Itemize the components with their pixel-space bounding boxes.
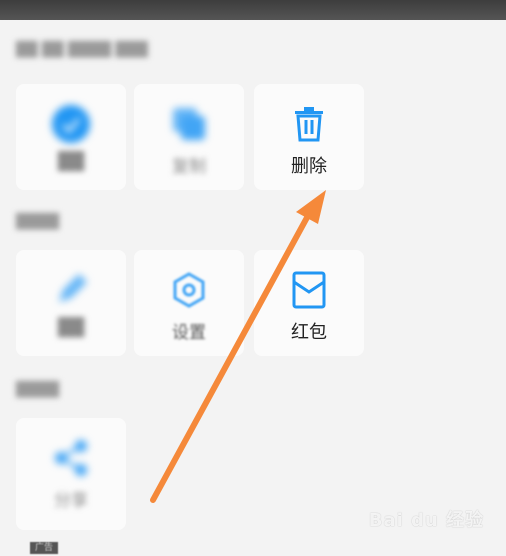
tile-edit-label: ██ — [57, 318, 85, 338]
circle-icon — [51, 104, 91, 144]
tile-red-packet-label: 红包 — [291, 322, 327, 343]
tile-share[interactable]: 分享 — [16, 418, 126, 530]
section-title-2: ████ — [16, 214, 60, 230]
hexagon-settings-icon — [169, 270, 209, 310]
tile-settings[interactable]: 设置 — [134, 250, 244, 356]
copy-icon — [169, 104, 209, 144]
tile-copy-label: 复制 — [172, 157, 206, 177]
tile-red-packet[interactable]: 红包 — [254, 250, 364, 356]
pencil-icon — [51, 270, 91, 310]
section-title-1: ██ ██ ████ ███ — [16, 42, 148, 58]
tile-delete[interactable]: 删除 — [254, 84, 364, 190]
trash-icon — [289, 104, 329, 144]
tile-edit[interactable]: ██ — [16, 250, 126, 356]
tile-1[interactable]: ██ — [16, 84, 126, 190]
red-packet-icon — [289, 270, 329, 310]
section-title-3: ████ — [16, 382, 60, 398]
status-bar — [0, 0, 506, 20]
tile-settings-label: 设置 — [172, 323, 206, 343]
tile-share-label: 分享 — [54, 491, 88, 511]
tile-delete-label: 删除 — [291, 156, 327, 177]
tile-1-label: ██ — [57, 152, 85, 172]
ad-badge: 广告 — [30, 542, 58, 554]
tile-copy[interactable]: 复制 — [134, 84, 244, 190]
share-icon — [51, 438, 91, 478]
watermark: Bai du 经验 — [368, 510, 484, 531]
